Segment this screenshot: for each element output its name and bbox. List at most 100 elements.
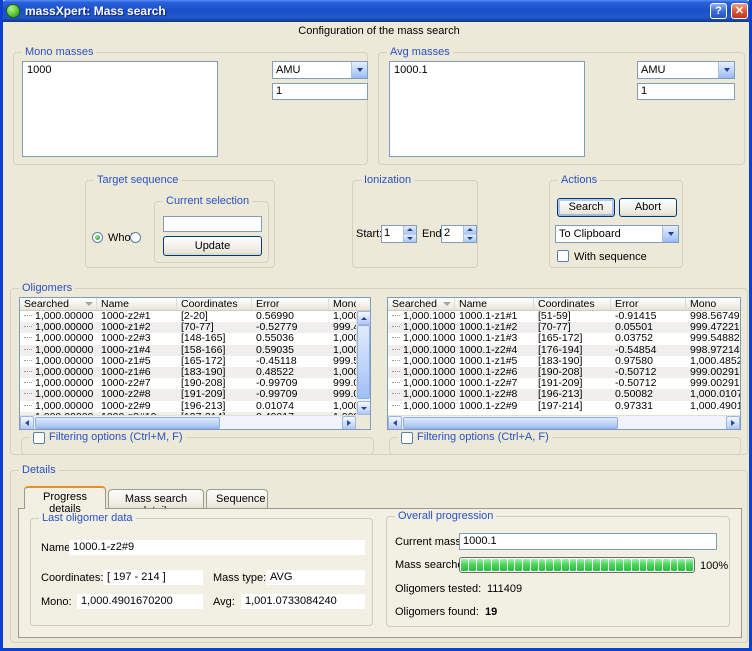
help-button[interactable]: ?	[710, 3, 727, 19]
progress-segment	[585, 559, 592, 571]
avg-results-table[interactable]: Searched Name Coordinates Error Mono 1,0…	[387, 297, 741, 430]
table-row[interactable]: 1,000.000001000-z1#6[183-190]0.485221,00…	[20, 367, 356, 378]
column-header-coordinates[interactable]: Coordinates	[177, 298, 252, 310]
chevron-down-icon[interactable]	[718, 62, 734, 78]
table-row[interactable]: 1,000.100001000.1-z2#4[176-194]-0.548549…	[388, 345, 740, 356]
table-header[interactable]: Searched Name Coordinates Error Mono	[388, 298, 740, 311]
column-header-name[interactable]: Name	[455, 298, 534, 310]
cell: 1,000.10000	[388, 356, 455, 367]
progress-segment	[647, 559, 654, 571]
table-row[interactable]: 1,000.100001000.1-z2#9[197-214]0.973311,…	[388, 401, 740, 412]
scroll-right-icon[interactable]	[726, 416, 740, 430]
table-row[interactable]: 1,000.000001000-z2#3[148-165]0.550361,00…	[20, 333, 356, 344]
destination-combo[interactable]: To Clipboard	[555, 225, 679, 243]
column-header-error[interactable]: Error	[252, 298, 329, 310]
progress-segment	[655, 559, 662, 571]
scroll-left-icon[interactable]	[388, 416, 402, 430]
with-sequence-checkbox[interactable]	[557, 250, 569, 262]
column-header-mono[interactable]: Mono	[329, 298, 356, 310]
cell: 1,000.48522	[329, 367, 356, 378]
progress-segment	[601, 559, 608, 571]
cell: [190-208]	[534, 367, 611, 378]
horizontal-scrollbar[interactable]	[388, 415, 740, 429]
scroll-right-icon[interactable]	[342, 416, 356, 430]
update-button[interactable]: Update	[163, 236, 262, 256]
column-header-error[interactable]: Error	[611, 298, 686, 310]
scroll-down-icon[interactable]	[357, 401, 371, 415]
cell: 999.54882	[686, 333, 740, 344]
current-mass-label: Current mass:	[395, 536, 464, 548]
table-row[interactable]: 1,000.000001000-z1#5[165-172]-0.45118999…	[20, 356, 356, 367]
cell: -0.50712	[611, 367, 686, 378]
start-value: 1	[382, 226, 403, 242]
mono-unit-combo[interactable]: AMU	[272, 61, 368, 79]
table-header[interactable]: Searched Name Coordinates Error Mono	[20, 298, 370, 311]
cell: 1000-z1#5	[97, 356, 177, 367]
scroll-up-icon[interactable]	[357, 311, 371, 325]
column-header-searched[interactable]: Searched	[20, 298, 97, 310]
end-spinbox[interactable]: 2	[441, 225, 477, 243]
table-row[interactable]: 1,000.000001000-z2#8[191-209]-0.99709999…	[20, 389, 356, 400]
whole-radio[interactable]	[92, 232, 103, 243]
table-row[interactable]: 1,000.000001000-z1#4[158-166]0.590351,00…	[20, 345, 356, 356]
column-header-searched[interactable]: Searched	[388, 298, 455, 310]
scroll-thumb[interactable]	[357, 325, 370, 399]
oligomers-tested-value: 111409	[487, 583, 522, 595]
chevron-down-icon[interactable]	[662, 226, 678, 242]
column-header-mono[interactable]: Mono	[686, 298, 740, 310]
progress-segment	[663, 559, 670, 571]
mono-results-table[interactable]: Searched Name Coordinates Error Mono 1,0…	[19, 297, 371, 430]
last-oligomer-group: Last oligomer data Name: 1000.1-z2#9 Coo…	[30, 518, 373, 626]
abort-button[interactable]: Abort	[619, 198, 677, 217]
spin-up-icon[interactable]	[464, 226, 476, 234]
table-row[interactable]: 1,000.100001000.1-z2#7[191-209]-0.507129…	[388, 378, 740, 389]
cell: 1,000.00000	[20, 356, 97, 367]
cell: [70-77]	[534, 322, 611, 333]
avg-tolerance-input[interactable]: 1	[637, 83, 735, 100]
avg-mass-list[interactable]: 1000.1	[389, 61, 585, 157]
tab-sequence[interactable]: Sequence	[206, 489, 268, 509]
cell: [196-213]	[534, 389, 611, 400]
column-header-name[interactable]: Name	[97, 298, 177, 310]
tab-progress-details[interactable]: Progress details	[24, 486, 106, 509]
cell: [148-165]	[177, 333, 252, 344]
horizontal-scrollbar[interactable]	[20, 415, 356, 429]
scroll-thumb[interactable]	[403, 417, 618, 429]
table-row[interactable]: 1,000.100001000.1-z2#8[196-213]0.500821,…	[388, 389, 740, 400]
table-row[interactable]: 1,000.000001000-z2#7[190-208]-0.99709999…	[20, 378, 356, 389]
table-row[interactable]: 1,000.100001000.1-z1#2[70-77]0.05501999.…	[388, 322, 740, 333]
table-row[interactable]: 1,000.000001000-z1#2[70-77]-0.52779999.4…	[20, 322, 356, 333]
spin-down-icon[interactable]	[404, 234, 416, 243]
tab-mass-search-details[interactable]: Mass search details	[108, 489, 204, 509]
cell: 1000-z2#7	[97, 378, 177, 389]
scroll-left-icon[interactable]	[20, 416, 34, 430]
spin-up-icon[interactable]	[404, 226, 416, 234]
start-spinbox[interactable]: 1	[381, 225, 417, 243]
spin-down-icon[interactable]	[464, 234, 476, 243]
search-button[interactable]: Search	[557, 198, 615, 217]
table-row[interactable]: 1,000.100001000.1-z1#1[51-59]-0.91415998…	[388, 311, 740, 322]
avg-filtering-checkbox[interactable]	[401, 432, 413, 444]
coordinates-label: Coordinates:	[41, 572, 103, 584]
mono-filtering-checkbox[interactable]	[33, 432, 45, 444]
selection-radio[interactable]	[130, 232, 141, 243]
vertical-scrollbar[interactable]	[356, 311, 370, 415]
table-row[interactable]: 1,000.000001000-z2#9[196-213]0.010741,00…	[20, 401, 356, 412]
cell: [197-214]	[534, 401, 611, 412]
mono-tolerance-input[interactable]: 1	[272, 83, 368, 100]
current-mass-field[interactable]: 1000.1	[459, 533, 717, 550]
progress-segment	[531, 559, 538, 571]
avg-unit-combo[interactable]: AMU	[637, 61, 735, 79]
table-row[interactable]: 1,000.100001000.1-z2#6[190-208]-0.507129…	[388, 367, 740, 378]
mono-mass-list[interactable]: 1000	[22, 61, 218, 157]
column-header-coordinates[interactable]: Coordinates	[534, 298, 611, 310]
table-row[interactable]: 1,000.100001000.1-z1#5[183-190]0.975801,…	[388, 356, 740, 367]
scroll-thumb[interactable]	[35, 417, 220, 429]
progress-segment	[461, 559, 468, 571]
current-selection-input[interactable]	[163, 216, 262, 232]
titlebar[interactable]: massXpert: Mass search ? ✕	[0, 0, 752, 22]
table-row[interactable]: 1,000.000001000-z2#1[2-20]0.569901,000.5…	[20, 311, 356, 322]
table-row[interactable]: 1,000.100001000.1-z1#3[165-172]0.0375299…	[388, 333, 740, 344]
chevron-down-icon[interactable]	[351, 62, 367, 78]
close-button[interactable]: ✕	[731, 3, 748, 19]
